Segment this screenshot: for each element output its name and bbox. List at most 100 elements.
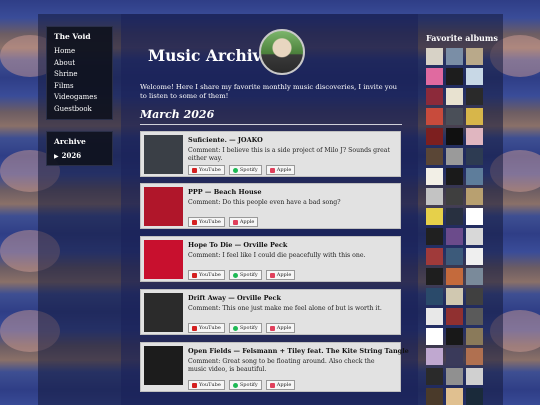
album-thumbnail[interactable] — [446, 48, 463, 65]
album-thumbnail[interactable] — [466, 148, 483, 165]
album-thumbnail[interactable] — [426, 88, 443, 105]
album-thumbnail[interactable] — [446, 208, 463, 225]
album-thumbnail[interactable] — [426, 228, 443, 245]
album-thumbnail[interactable] — [426, 68, 443, 85]
album-thumbnail[interactable] — [466, 288, 483, 305]
album-cover — [144, 346, 183, 385]
album-thumbnail[interactable] — [446, 368, 463, 385]
nav-item-films[interactable]: Films — [54, 81, 112, 93]
album-thumbnail[interactable] — [446, 68, 463, 85]
youtube-button[interactable]: YouTube — [188, 323, 225, 333]
entry-comment: Comment: I feel like I could die peacefu… — [188, 252, 366, 259]
album-thumbnail[interactable] — [446, 88, 463, 105]
apple-button[interactable]: Apple — [265, 380, 296, 390]
spotify-button[interactable]: Spotify — [228, 323, 262, 333]
album-thumbnail[interactable] — [466, 208, 483, 225]
album-thumbnail[interactable] — [426, 328, 443, 345]
album-thumbnail[interactable] — [466, 328, 483, 345]
nav-item-home[interactable]: Home — [54, 46, 112, 58]
entry-title: PPP — Beach House — [188, 188, 262, 196]
album-thumbnail[interactable] — [426, 188, 443, 205]
album-thumbnail[interactable] — [426, 128, 443, 145]
album-thumbnail[interactable] — [446, 328, 463, 345]
month-heading: March 2026 — [140, 108, 215, 121]
album-thumbnail[interactable] — [426, 308, 443, 325]
album-thumbnail[interactable] — [426, 368, 443, 385]
youtube-button[interactable]: YouTube — [188, 217, 225, 227]
album-thumbnail[interactable] — [426, 268, 443, 285]
album-thumbnail[interactable] — [466, 168, 483, 185]
album-cover — [144, 293, 183, 332]
apple-label: Apple — [276, 382, 292, 388]
album-grid — [426, 48, 484, 405]
album-thumbnail[interactable] — [426, 288, 443, 305]
youtube-icon — [192, 325, 197, 331]
album-thumbnail[interactable] — [466, 68, 483, 85]
archive-year-2026[interactable]: ▶ 2026 — [54, 151, 112, 160]
youtube-button[interactable]: YouTube — [188, 270, 225, 280]
album-thumbnail[interactable] — [446, 388, 463, 405]
spotify-icon — [232, 325, 238, 331]
album-thumbnail[interactable] — [466, 268, 483, 285]
album-thumbnail[interactable] — [426, 108, 443, 125]
apple-icon — [269, 382, 275, 388]
intro-text: Welcome! Here I share my favorite monthl… — [140, 83, 398, 100]
album-thumbnail[interactable] — [446, 308, 463, 325]
album-thumbnail[interactable] — [446, 188, 463, 205]
album-thumbnail[interactable] — [446, 248, 463, 265]
album-thumbnail[interactable] — [446, 108, 463, 125]
spotify-button[interactable]: Spotify — [228, 165, 262, 175]
apple-button[interactable]: Apple — [265, 323, 296, 333]
youtube-icon — [192, 219, 197, 225]
album-thumbnail[interactable] — [466, 108, 483, 125]
album-thumbnail[interactable] — [446, 228, 463, 245]
album-cover — [144, 240, 183, 279]
album-thumbnail[interactable] — [466, 368, 483, 385]
divider — [140, 124, 402, 125]
spotify-label: Spotify — [239, 325, 258, 331]
album-thumbnail[interactable] — [426, 148, 443, 165]
nav-item-about[interactable]: About — [54, 58, 112, 70]
spotify-button[interactable]: Spotify — [228, 270, 262, 280]
album-thumbnail[interactable] — [466, 188, 483, 205]
spotify-label: Spotify — [239, 272, 258, 278]
nav-item-shrine[interactable]: Shrine — [54, 69, 112, 81]
album-thumbnail[interactable] — [426, 208, 443, 225]
album-thumbnail[interactable] — [466, 308, 483, 325]
apple-icon — [269, 325, 275, 331]
album-thumbnail[interactable] — [466, 248, 483, 265]
album-thumbnail[interactable] — [426, 48, 443, 65]
album-thumbnail[interactable] — [446, 348, 463, 365]
album-thumbnail[interactable] — [466, 388, 483, 405]
entry-title: Drift Away — Orville Peck — [188, 294, 281, 302]
album-thumbnail[interactable] — [466, 228, 483, 245]
youtube-label: YouTube — [199, 272, 221, 278]
youtube-label: YouTube — [199, 219, 221, 225]
spotify-button[interactable]: Spotify — [228, 380, 262, 390]
album-thumbnail[interactable] — [446, 168, 463, 185]
album-thumbnail[interactable] — [426, 248, 443, 265]
apple-label: Apple — [239, 219, 255, 225]
nav-item-guestbook[interactable]: Guestbook — [54, 104, 112, 116]
apple-icon — [232, 219, 238, 225]
apple-icon — [269, 272, 275, 278]
entry-title: Open Fields — Felsmann + Tiley feat. The… — [188, 347, 409, 355]
apple-button[interactable]: Apple — [265, 165, 296, 175]
album-thumbnail[interactable] — [446, 288, 463, 305]
album-thumbnail[interactable] — [426, 168, 443, 185]
nav-item-videogames[interactable]: Videogames — [54, 92, 112, 104]
youtube-button[interactable]: YouTube — [188, 380, 225, 390]
album-thumbnail[interactable] — [466, 128, 483, 145]
album-thumbnail[interactable] — [446, 148, 463, 165]
youtube-button[interactable]: YouTube — [188, 165, 225, 175]
album-thumbnail[interactable] — [426, 388, 443, 405]
entry-comment: Comment: I believe this is a side projec… — [188, 147, 390, 162]
album-thumbnail[interactable] — [466, 348, 483, 365]
album-thumbnail[interactable] — [426, 348, 443, 365]
apple-button[interactable]: Apple — [228, 217, 259, 227]
album-thumbnail[interactable] — [446, 268, 463, 285]
album-thumbnail[interactable] — [466, 48, 483, 65]
album-thumbnail[interactable] — [446, 128, 463, 145]
apple-button[interactable]: Apple — [265, 270, 296, 280]
album-thumbnail[interactable] — [466, 88, 483, 105]
